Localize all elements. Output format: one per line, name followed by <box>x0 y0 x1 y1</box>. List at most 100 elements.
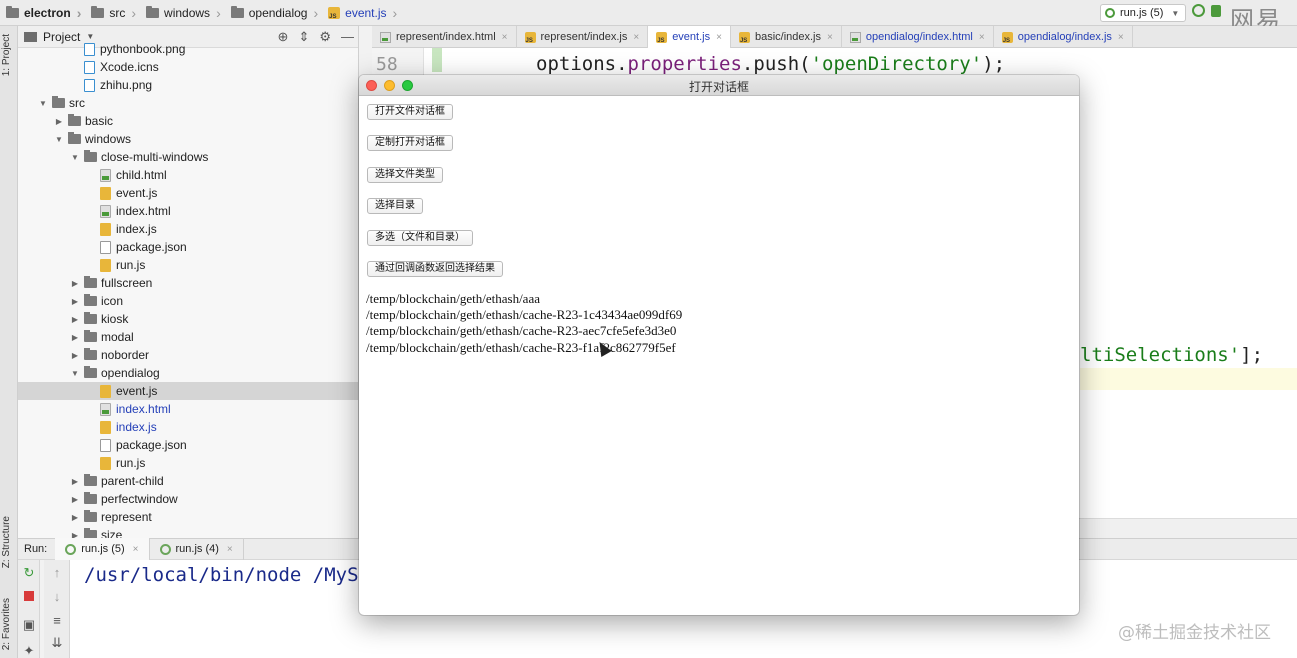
editor-tab[interactable]: opendialog/index.js × <box>994 26 1133 48</box>
close-icon[interactable]: × <box>827 32 833 43</box>
change-marker <box>432 48 442 72</box>
chevron-right-icon[interactable]: ▶ <box>70 333 80 342</box>
close-icon[interactable]: × <box>716 32 722 43</box>
selected-path: /temp/blockchain/geth/ethash/cache-R23-f… <box>366 339 676 355</box>
tree-folder[interactable]: ▶ kiosk <box>18 310 358 328</box>
project-tool-button[interactable]: 1: Project <box>1 34 12 76</box>
editor-tab-label: represent/index.js <box>540 31 628 43</box>
editor-tab[interactable]: opendialog/index.html × <box>842 26 994 48</box>
chevron-down-icon[interactable]: ▼ <box>54 135 64 144</box>
scroll-to-end-icon[interactable]: ⇊ <box>50 636 64 650</box>
run-tab[interactable]: run.js (5) × <box>55 538 150 560</box>
arrow-up-icon[interactable]: ↑ <box>50 566 64 580</box>
tree-folder[interactable]: ▶ parent-child <box>18 472 358 490</box>
js-file-icon <box>328 6 341 20</box>
tree-folder[interactable]: ▶ size <box>18 526 358 539</box>
callback-result-button[interactable]: 通过回调函数返回选择结果 <box>367 261 503 277</box>
tree-file[interactable]: index.js <box>18 220 358 238</box>
breadcrumb-event-js[interactable]: event.js› <box>322 0 401 26</box>
chevron-down-icon[interactable]: ▼ <box>70 153 80 162</box>
rerun-icon[interactable] <box>1192 4 1205 17</box>
tree-item-label: noborder <box>101 348 150 362</box>
close-icon[interactable]: × <box>979 32 985 43</box>
chevron-down-icon[interactable]: ▼ <box>38 99 48 108</box>
run-configuration-select[interactable]: run.js (5) ▼ <box>1100 4 1187 22</box>
tree-folder[interactable]: ▶ noborder <box>18 346 358 364</box>
tree-file[interactable]: index.html <box>18 400 358 418</box>
editor-tab[interactable]: represent/index.html × <box>372 26 517 48</box>
close-icon[interactable]: × <box>133 544 139 555</box>
tree-item-label: src <box>69 96 85 110</box>
tree-folder[interactable]: ▼ src <box>18 94 358 112</box>
open-file-dialog-button[interactable]: 打开文件对话框 <box>367 104 453 120</box>
custom-open-dialog-button[interactable]: 定制打开对话框 <box>367 135 453 151</box>
breadcrumb-src[interactable]: src › <box>85 0 140 26</box>
stop-icon[interactable] <box>22 590 36 604</box>
pin-icon[interactable]: ✦ <box>22 644 36 658</box>
tree-file[interactable]: index.js <box>18 418 358 436</box>
debug-icon[interactable] <box>1211 4 1221 17</box>
js-file-icon <box>656 31 668 44</box>
tree-folder[interactable]: ▶ represent <box>18 508 358 526</box>
tree-folder[interactable]: ▶ basic <box>18 112 358 130</box>
tree-folder[interactable]: ▶ fullscreen <box>18 274 358 292</box>
tree-file[interactable]: package.json <box>18 238 358 256</box>
tree-file[interactable]: Xcode.icns <box>18 58 358 76</box>
chevron-right-icon[interactable]: ▶ <box>54 117 64 126</box>
select-directory-button[interactable]: 选择目录 <box>367 198 423 214</box>
multi-select-button[interactable]: 多选（文件和目录） <box>367 230 473 246</box>
run-tab[interactable]: run.js (4) × <box>150 538 244 560</box>
rerun-icon[interactable]: ↻ <box>22 566 36 580</box>
tree-file[interactable]: event.js <box>18 382 358 400</box>
select-file-type-button[interactable]: 选择文件类型 <box>367 167 443 183</box>
structure-tool-button[interactable]: Z: Structure <box>1 516 12 568</box>
tree-item-label: child.html <box>116 168 167 182</box>
tree-folder[interactable]: ▶ icon <box>18 292 358 310</box>
tree-file[interactable]: run.js <box>18 256 358 274</box>
breadcrumb-opendialog[interactable]: opendialog › <box>225 0 322 26</box>
tree-folder[interactable]: ▶ modal <box>18 328 358 346</box>
tree-file[interactable]: pythonbook.png <box>18 40 358 58</box>
chevron-right-icon[interactable]: ▶ <box>70 351 80 360</box>
tree-file[interactable]: zhihu.png <box>18 76 358 94</box>
folder-icon <box>84 492 97 504</box>
chevron-right-icon[interactable]: ▶ <box>70 495 80 504</box>
breadcrumb-windows[interactable]: windows › <box>140 0 225 26</box>
chevron-right-icon[interactable]: ▶ <box>70 279 80 288</box>
editor-tab[interactable]: basic/index.js × <box>731 26 842 48</box>
folder-icon <box>84 150 97 162</box>
chevron-right-icon[interactable]: ▶ <box>70 531 80 539</box>
tree-file[interactable]: child.html <box>18 166 358 184</box>
chevron-down-icon[interactable]: ▼ <box>70 369 80 378</box>
close-icon[interactable]: × <box>633 32 639 43</box>
editor-tab[interactable]: event.js × <box>648 26 731 48</box>
favorites-tool-button[interactable]: 2: Favorites <box>1 598 12 650</box>
tree-item-label: basic <box>85 114 114 128</box>
chevron-right-icon[interactable]: ▶ <box>70 315 80 324</box>
editor-tab[interactable]: represent/index.js × <box>517 26 649 48</box>
chevron-right-icon[interactable]: ▶ <box>70 297 80 306</box>
tree-file[interactable]: run.js <box>18 454 358 472</box>
html-file-icon <box>100 168 111 182</box>
breadcrumb-electron[interactable]: electron › <box>0 0 85 26</box>
close-icon[interactable]: × <box>1118 32 1124 43</box>
tree-folder[interactable]: ▼ windows <box>18 130 358 148</box>
tree-item-label: opendialog <box>101 366 160 380</box>
close-icon[interactable]: × <box>227 544 233 555</box>
window-titlebar[interactable]: 打开对话框 <box>359 75 1079 96</box>
tree-file[interactable]: index.html <box>18 202 358 220</box>
tree-folder[interactable]: ▼ opendialog <box>18 364 358 382</box>
tree-folder[interactable]: ▶ perfectwindow <box>18 490 358 508</box>
tree-folder[interactable]: ▼ close-multi-windows <box>18 148 358 166</box>
close-icon[interactable]: × <box>502 32 508 43</box>
folder-icon <box>84 276 97 288</box>
chevron-right-icon[interactable]: ▶ <box>70 513 80 522</box>
soft-wrap-icon[interactable]: ≡ <box>50 614 64 628</box>
navigation-bar: electron› src› windows› opendialog› even… <box>0 0 1297 34</box>
tree-file[interactable]: package.json <box>18 436 358 454</box>
chevron-right-icon[interactable]: ▶ <box>70 477 80 486</box>
line-number: 58 <box>376 54 398 75</box>
arrow-down-icon[interactable]: ↓ <box>50 590 64 604</box>
tree-file[interactable]: event.js <box>18 184 358 202</box>
layout-icon[interactable]: ▣ <box>22 618 36 632</box>
